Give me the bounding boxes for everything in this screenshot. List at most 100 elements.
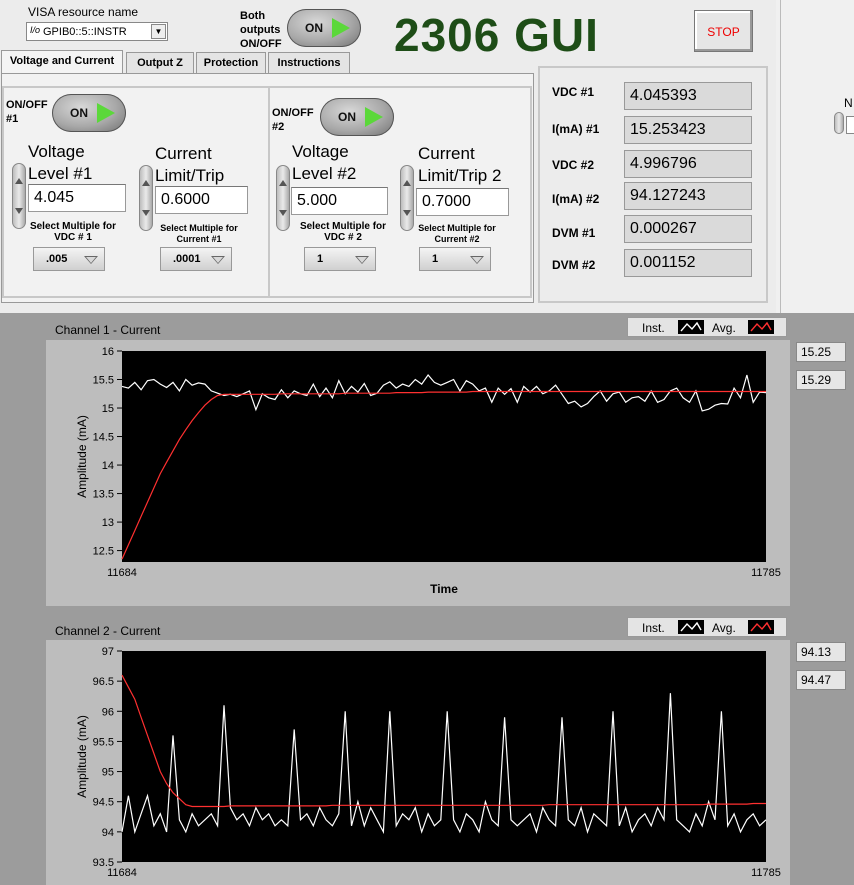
increment-icon[interactable] <box>142 180 150 186</box>
y-tick-label: 12.5 <box>93 546 114 558</box>
readout-value: 4.045393 <box>624 82 752 110</box>
tab-instructions[interactable]: Instructions <box>268 52 350 74</box>
y-tick-label: 96 <box>102 706 114 718</box>
chart-2-title: Channel 2 - Current <box>55 624 161 638</box>
x-tick-label: 11785 <box>751 567 781 579</box>
decrement-icon[interactable] <box>403 210 411 216</box>
y-tick-label: 13.5 <box>93 489 114 501</box>
both-outputs-toggle[interactable]: ON <box>287 9 361 47</box>
ch1-voltage-label: Voltage Level #1 <box>28 142 93 183</box>
tab-protection[interactable]: Protection <box>196 52 266 74</box>
y-tick-label: 94.5 <box>93 797 114 809</box>
ch2-onoff-label: ON/OFF #2 <box>272 107 314 133</box>
ch1-volt-mult-select[interactable]: .005 <box>33 247 105 271</box>
legend-avg-label: Avg. <box>712 621 736 635</box>
visa-resource-select[interactable]: I/o GPIB0::5::INSTR ▼ <box>26 22 168 41</box>
decrement-icon[interactable] <box>142 210 150 216</box>
ch2-curr-mult-value: 1 <box>432 253 439 265</box>
readout-label: I(mA) #2 <box>552 192 600 206</box>
y-tick-label: 97 <box>102 646 114 658</box>
right-strip: N <box>776 0 854 313</box>
y-tick-label: 14.5 <box>93 432 114 444</box>
y-tick-label: 96.5 <box>93 676 114 688</box>
plot-area <box>122 351 766 562</box>
readout-value: 0.001152 <box>624 249 752 277</box>
ch1-curr-mult-label: Select Multiple for Current #1 <box>160 223 238 244</box>
ch1-current-input[interactable]: 0.6000 <box>155 186 248 214</box>
dropdown-arrow-icon <box>470 256 484 264</box>
ch2-onoff-toggle[interactable]: ON <box>320 98 394 136</box>
legend-inst-swatch <box>678 320 704 334</box>
ch1-curr-mult-select[interactable]: .0001 <box>160 247 232 271</box>
tab-output-z[interactable]: Output Z <box>126 52 194 74</box>
right-strip-label: N <box>844 96 853 110</box>
dropdown-arrow-icon <box>84 256 98 264</box>
readout-label: DVM #2 <box>552 258 596 272</box>
ch1-voltage-spinner[interactable] <box>12 163 26 229</box>
toggle-state-label: ON <box>70 106 88 120</box>
decrement-icon[interactable] <box>279 210 287 216</box>
chevron-down-icon[interactable]: ▼ <box>151 24 166 39</box>
ch2-voltage-label: Voltage Level #2 <box>292 142 357 183</box>
x-tick-label: 11684 <box>107 867 137 879</box>
channel-1-section: ON/OFF #1 ON Voltage Level #1 4.045 Curr… <box>2 86 270 298</box>
readout-label: DVM #1 <box>552 226 596 240</box>
ch1-volt-mult-value: .005 <box>46 253 68 265</box>
ch1-onoff-toggle[interactable]: ON <box>52 94 126 132</box>
ch2-curr-mult-select[interactable]: 1 <box>419 247 491 271</box>
toggle-state-label: ON <box>338 110 356 124</box>
dropdown-arrow-icon <box>355 256 369 264</box>
app-title: 2306 GUI <box>394 9 599 61</box>
readout-value: 4.996796 <box>624 150 752 178</box>
legend-avg-swatch <box>748 620 774 634</box>
decrement-icon[interactable] <box>15 208 23 214</box>
led-indicator-icon <box>97 103 115 123</box>
legend-inst-label: Inst. <box>642 621 665 635</box>
ch2-current-input[interactable]: 0.7000 <box>416 188 509 216</box>
legend-avg-swatch <box>748 320 774 334</box>
ch1-voltage-input[interactable]: 4.045 <box>28 184 126 212</box>
ch2-volt-mult-label: Select Multiple for VDC # 2 <box>299 221 387 243</box>
y-tick-label: 95.5 <box>93 736 114 748</box>
readout-label: VDC #1 <box>552 85 595 99</box>
y-tick-label: 15 <box>102 403 114 415</box>
ch2-voltage-spinner[interactable] <box>276 165 290 231</box>
io-icon: I/o <box>30 25 41 35</box>
readout-value: 15.253423 <box>624 116 752 144</box>
increment-icon[interactable] <box>15 178 23 184</box>
chart-1-inst-readout: 15.25 <box>796 342 846 362</box>
ch2-curr-mult-label: Select Multiple for Current #2 <box>418 223 496 244</box>
right-strip-spinner[interactable] <box>834 112 844 134</box>
chart-1-legend: Inst. Avg. <box>627 317 787 337</box>
legend-avg-label: Avg. <box>712 321 736 335</box>
dropdown-arrow-icon <box>211 256 225 264</box>
ch1-volt-mult-label: Select Multiple for VDC # 1 <box>29 221 117 243</box>
x-tick-label: 11684 <box>107 567 137 579</box>
right-strip-field[interactable] <box>846 116 854 134</box>
readout-label: VDC #2 <box>552 158 595 172</box>
readout-value: 0.000267 <box>624 215 752 243</box>
chart-1-avg-readout: 15.29 <box>796 370 846 390</box>
readout-panel: VDC #1 4.045393 I(mA) #1 15.253423 VDC #… <box>538 66 768 303</box>
ch1-current-label: Current Limit/Trip <box>155 144 225 185</box>
ch2-current-label: Current Limit/Trip 2 <box>418 144 502 185</box>
visa-label: VISA resource name <box>28 5 139 19</box>
increment-icon[interactable] <box>279 180 287 186</box>
ch1-current-spinner[interactable] <box>139 165 153 231</box>
y-axis-label: Amplitude (mA) <box>75 415 89 498</box>
led-indicator-icon <box>332 18 350 38</box>
stop-button[interactable]: STOP <box>694 10 753 52</box>
increment-icon[interactable] <box>403 180 411 186</box>
ch2-current-spinner[interactable] <box>400 165 414 231</box>
chart-2: 9796.59695.59594.59493.511684 11785Amplit… <box>46 640 790 885</box>
ch2-volt-mult-select[interactable]: 1 <box>304 247 376 271</box>
readout-value: 94.127243 <box>624 182 752 210</box>
toggle-state-label: ON <box>305 21 323 35</box>
ch1-onoff-label: ON/OFF #1 <box>6 99 48 125</box>
ch1-curr-mult-value: .0001 <box>173 253 201 265</box>
ch2-voltage-input[interactable]: 5.000 <box>291 187 388 215</box>
tab-voltage-and-current[interactable]: Voltage and Current <box>1 50 123 74</box>
x-axis-label: Time <box>430 582 458 596</box>
visa-resource-value: GPIB0::5::INSTR <box>43 26 127 38</box>
chart-2-legend: Inst. Avg. <box>627 617 787 637</box>
